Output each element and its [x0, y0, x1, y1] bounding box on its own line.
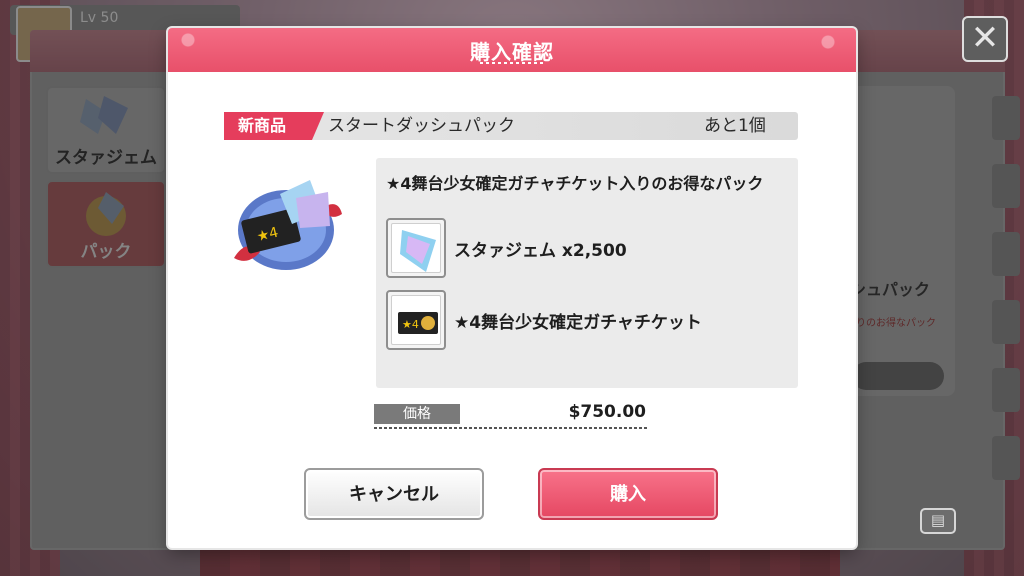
star-gem-icon: [386, 218, 446, 278]
dialog-header: 購入確認: [168, 28, 856, 72]
pack-image-icon: ★4: [234, 180, 342, 270]
price-divider: [374, 427, 648, 429]
svg-text:★4: ★4: [402, 318, 419, 331]
dialog-title: 購入確認: [470, 40, 554, 64]
title-underline: [480, 62, 546, 64]
price-value: $750.00: [568, 402, 646, 422]
list-button[interactable]: ▤: [920, 508, 956, 534]
cancel-button[interactable]: キャンセル: [304, 468, 484, 520]
close-button[interactable]: ✕: [962, 16, 1008, 62]
buy-button[interactable]: 購入: [538, 468, 718, 520]
new-item-badge: 新商品: [224, 112, 324, 140]
gacha-ticket-icon: ★4: [386, 290, 446, 350]
pack-description: ★4舞台少女確定ガチャチケット入りのお得なパック: [386, 174, 764, 193]
item-name: スタァジェム x2,500: [454, 241, 627, 261]
purchase-confirm-dialog: 購入確認 新商品 スタートダッシュパック あと1個 ★4 ★4舞台少女確定ガチャ…: [168, 28, 856, 548]
price-label: 価格: [374, 404, 460, 424]
product-name: スタートダッシュパック: [328, 116, 515, 136]
remaining-count: あと1個: [704, 116, 766, 136]
item-name: ★4舞台少女確定ガチャチケット: [454, 313, 702, 333]
